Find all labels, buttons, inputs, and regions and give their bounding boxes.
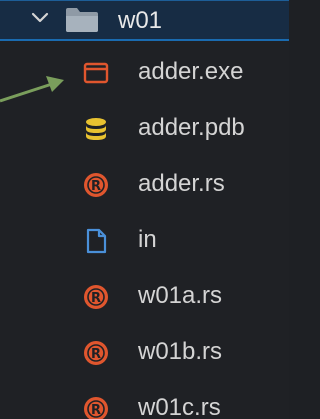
rust-icon: R xyxy=(84,173,108,197)
file-item-adder-exe[interactable]: adder.exe xyxy=(0,45,289,101)
file-icon xyxy=(86,228,107,254)
file-label: in xyxy=(138,226,157,253)
file-label: w01c.rs xyxy=(138,394,221,419)
file-item-w01a-rs[interactable]: R w01a.rs xyxy=(0,269,289,325)
file-item-w01c-rs[interactable]: R w01c.rs xyxy=(0,381,289,419)
file-label: w01a.rs xyxy=(138,282,223,309)
file-label: adder.pdb xyxy=(138,114,245,141)
svg-text:R: R xyxy=(91,179,101,194)
file-item-in[interactable]: in xyxy=(0,213,289,269)
file-explorer: w01 adder.exe adder.pdb R adder.rs in R … xyxy=(0,0,289,419)
folder-row-w01[interactable]: w01 xyxy=(0,0,289,41)
rust-icon: R xyxy=(84,341,108,365)
database-icon xyxy=(86,118,106,140)
file-label: adder.rs xyxy=(138,170,225,197)
svg-text:R: R xyxy=(91,347,101,362)
folder-label: w01 xyxy=(118,7,163,34)
rust-icon: R xyxy=(84,285,108,309)
window-exe-icon xyxy=(83,62,109,84)
svg-text:R: R xyxy=(91,403,101,418)
svg-text:R: R xyxy=(91,291,101,306)
file-label: adder.exe xyxy=(138,58,244,85)
chevron-down-icon[interactable] xyxy=(30,8,50,28)
rust-icon: R xyxy=(84,397,108,419)
file-item-adder-rs[interactable]: R adder.rs xyxy=(0,157,289,213)
file-item-adder-pdb[interactable]: adder.pdb xyxy=(0,101,289,157)
file-item-w01b-rs[interactable]: R w01b.rs xyxy=(0,325,289,381)
folder-icon xyxy=(66,8,98,32)
file-label: w01b.rs xyxy=(138,338,223,365)
